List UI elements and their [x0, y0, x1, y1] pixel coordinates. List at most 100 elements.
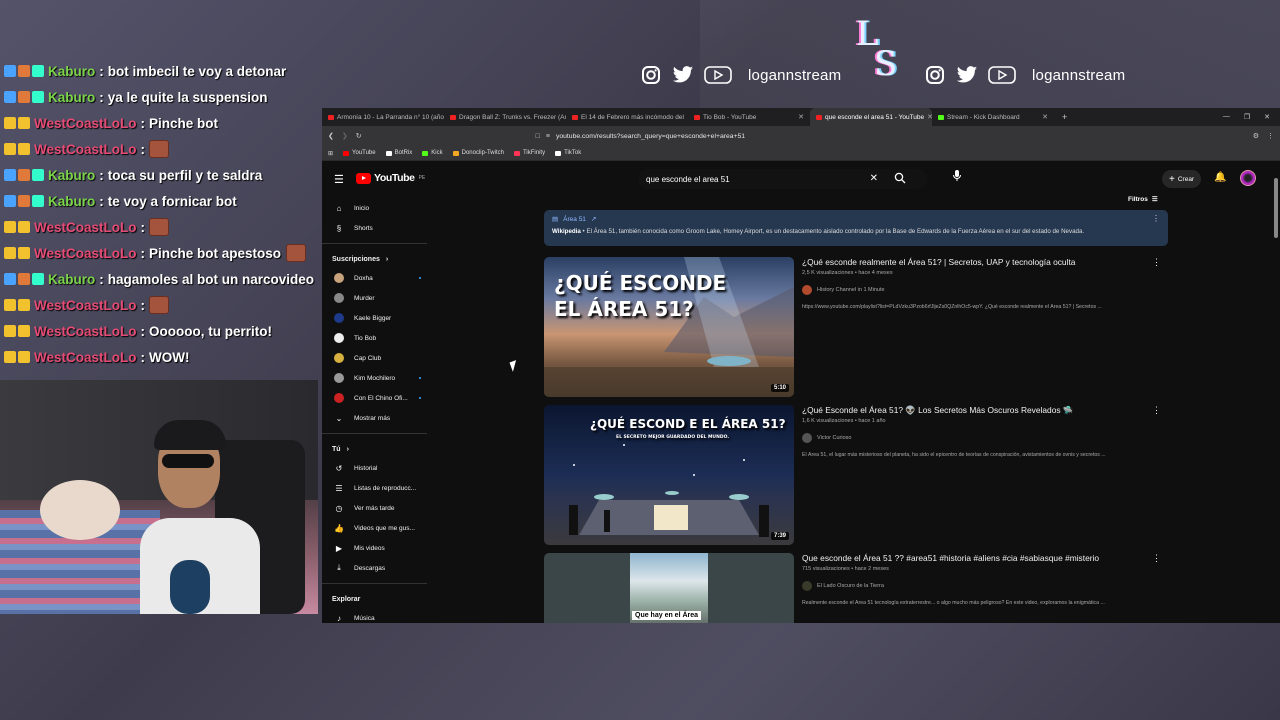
sidebar-item[interactable]: ☰ Listas de reproducc...	[322, 478, 437, 498]
browser-tab[interactable]: Stream - Kick Dashboard ✕	[932, 108, 1054, 126]
browser-tab[interactable]: Armonía 10 - La Parranda n° 10 (año✕	[322, 108, 444, 126]
wiki-title[interactable]: Área 51	[563, 216, 586, 223]
sidebar-item[interactable]: Doxha	[322, 268, 437, 288]
sidebar-item[interactable]: Con El Chino Ofi...	[322, 388, 437, 408]
menu-icon[interactable]: ⋮	[1267, 132, 1274, 140]
video-title[interactable]: ¿Qué esconde realmente el Área 51? | Sec…	[802, 257, 1162, 268]
close-tab-icon[interactable]: ✕	[1042, 113, 1048, 121]
clear-search-icon[interactable]: ✕	[870, 173, 878, 184]
voice-search-icon[interactable]	[948, 170, 966, 188]
browser-tab[interactable]: que esconde el area 51 - YouTube ✕	[810, 108, 932, 126]
chat-username[interactable]: WestCoastLoLo	[34, 246, 137, 261]
sidebar-section-header[interactable]: Explorar	[322, 590, 437, 608]
chat-username[interactable]: Kaburo	[48, 168, 95, 183]
sidebar-section-header[interactable]: Suscripciones ›	[322, 250, 437, 268]
chat-username[interactable]: WestCoastLoLo	[34, 142, 137, 157]
more-options-icon[interactable]: ⋮	[1152, 214, 1160, 223]
channel-name[interactable]: History Channel in 1 Minute	[817, 287, 885, 293]
notifications-bell-icon[interactable]: 🔔	[1214, 172, 1226, 183]
youtube-logo[interactable]: YouTube PE	[356, 172, 425, 184]
more-options-icon[interactable]: ⋮	[1152, 405, 1161, 416]
close-window-icon[interactable]: ✕	[1264, 113, 1270, 121]
video-channel[interactable]: History Channel in 1 Minute	[802, 285, 1162, 295]
sidebar-item[interactable]: § Shorts	[322, 218, 437, 238]
browser-tab[interactable]: Tio Bob - YouTube ✕	[688, 108, 810, 126]
channel-name[interactable]: Victor Curioso	[817, 435, 851, 441]
sidebar-item[interactable]: ⤓ Descargas	[322, 558, 437, 578]
extensions-icon[interactable]: ⚙	[1253, 132, 1259, 140]
video-channel[interactable]: Victor Curioso	[802, 433, 1162, 443]
chat-username[interactable]: WestCoastLoLo	[34, 350, 137, 365]
filters-button[interactable]: Filtros ☰	[1128, 195, 1158, 204]
chat-badges	[4, 221, 30, 233]
bookmark-item[interactable]: TikTok	[555, 150, 581, 156]
account-avatar[interactable]	[1240, 170, 1256, 186]
video-result[interactable]: Que hay en el Área Que esconde el Área 5…	[544, 553, 1169, 623]
channel-avatar	[334, 393, 344, 403]
chat-username[interactable]: Kaburo	[48, 90, 95, 105]
badge-icon	[18, 65, 30, 77]
channel-avatar[interactable]	[802, 581, 812, 591]
more-options-icon[interactable]: ⋮	[1152, 553, 1161, 564]
forward-icon[interactable]: ❯	[342, 132, 348, 140]
sidebar-item[interactable]: ⌄ Mostrar más	[322, 408, 437, 428]
video-title[interactable]: ¿Qué Esconde el Área 51? 👽 Los Secretos …	[802, 405, 1162, 416]
sidebar-item[interactable]: ⌂ Inicio	[322, 198, 437, 218]
new-tab-icon[interactable]: +	[1054, 112, 1075, 122]
chat-username[interactable]: Kaburo	[48, 194, 95, 209]
bookmark-item[interactable]: TikFinity	[513, 150, 545, 156]
video-thumbnail[interactable]: Que hay en el Área	[544, 553, 794, 623]
video-result[interactable]: ¿QUÉ ESCONDE EL ÁREA 51? 5:10 ¿Qué escon…	[544, 257, 1169, 397]
create-button[interactable]: + Crear	[1162, 170, 1202, 188]
channel-name[interactable]: El Lado Oscuro de la Tierra	[817, 583, 884, 589]
reload-icon[interactable]: ↻	[356, 132, 362, 140]
bookmark-item[interactable]: YouTube	[343, 150, 376, 156]
video-thumbnail[interactable]: ¿QUÉ ESCOND E EL ÁREA 51? EL SECRETO MEJ…	[544, 405, 794, 545]
page-scrollbar[interactable]	[1274, 178, 1278, 238]
sidebar-section-header[interactable]: Tú ›	[322, 440, 437, 458]
video-title[interactable]: Que esconde el Área 51 ?? #area51 #histo…	[802, 553, 1162, 564]
address-bar[interactable]: □ ≡ youtube.com/results?search_query=que…	[370, 129, 1245, 143]
bookmark-icon[interactable]: □	[536, 133, 540, 140]
sidebar-item[interactable]: ◷ Ver más tarde	[322, 498, 437, 518]
wikipedia-info-panel[interactable]: ▤ Área 51 ↗ Wikipedia • El Área 51, tambié…	[544, 210, 1168, 246]
maximize-icon[interactable]: ❐	[1244, 113, 1250, 121]
sidebar-item[interactable]: Murder	[322, 288, 437, 308]
sidebar-item[interactable]: 👍 Videos que me gus...	[322, 518, 437, 538]
bookmark-item[interactable]: Kick	[422, 150, 443, 156]
site-info-icon[interactable]: ≡	[546, 133, 550, 140]
channel-avatar[interactable]	[802, 433, 812, 443]
search-icon[interactable]	[894, 172, 908, 186]
back-icon[interactable]: ❮	[328, 132, 334, 140]
video-result[interactable]: ¿QUÉ ESCOND E EL ÁREA 51? EL SECRETO MEJ…	[544, 405, 1169, 545]
apps-icon[interactable]: ⊞	[328, 150, 333, 157]
browser-tab[interactable]: El 14 de Febrero más incómodo del✕	[566, 108, 688, 126]
browser-tab[interactable]: Dragon Ball Z: Trunks vs. Freezer (An✕	[444, 108, 566, 126]
chat-username[interactable]: WestCoastLoLo	[34, 298, 137, 313]
youtube-outline-icon	[988, 64, 1016, 86]
playlist-icon: ☰	[335, 483, 343, 493]
chat-username[interactable]: Kaburo	[48, 64, 95, 79]
sidebar-item[interactable]: ♪ Música	[322, 608, 437, 623]
minimize-icon[interactable]: —	[1223, 113, 1230, 121]
search-box[interactable]: que esconde el area 51 ✕	[638, 169, 928, 189]
sidebar-item[interactable]: Kaele Bigger	[322, 308, 437, 328]
sidebar-item[interactable]: ↺ Historial	[322, 458, 437, 478]
sidebar-item[interactable]: ▶ Mis videos	[322, 538, 437, 558]
close-tab-icon[interactable]: ✕	[798, 113, 804, 121]
hamburger-menu-icon[interactable]: ☰	[334, 173, 344, 186]
video-thumbnail[interactable]: ¿QUÉ ESCONDE EL ÁREA 51? 5:10	[544, 257, 794, 397]
search-input[interactable]: que esconde el area 51	[646, 175, 730, 184]
chat-username[interactable]: WestCoastLoLo	[34, 116, 137, 131]
chat-username[interactable]: Kaburo	[48, 272, 95, 287]
video-channel[interactable]: El Lado Oscuro de la Tierra	[802, 581, 1162, 591]
channel-avatar[interactable]	[802, 285, 812, 295]
sidebar-item[interactable]: Tio Bob	[322, 328, 437, 348]
bookmark-item[interactable]: Donoclip-Twitch	[452, 150, 504, 156]
chat-username[interactable]: WestCoastLoLo	[34, 324, 137, 339]
more-options-icon[interactable]: ⋮	[1152, 257, 1161, 268]
sidebar-item[interactable]: Kim Mochilero	[322, 368, 437, 388]
bookmark-item[interactable]: BotRix	[385, 150, 412, 156]
chat-username[interactable]: WestCoastLoLo	[34, 220, 137, 235]
sidebar-item[interactable]: Cap Club	[322, 348, 437, 368]
